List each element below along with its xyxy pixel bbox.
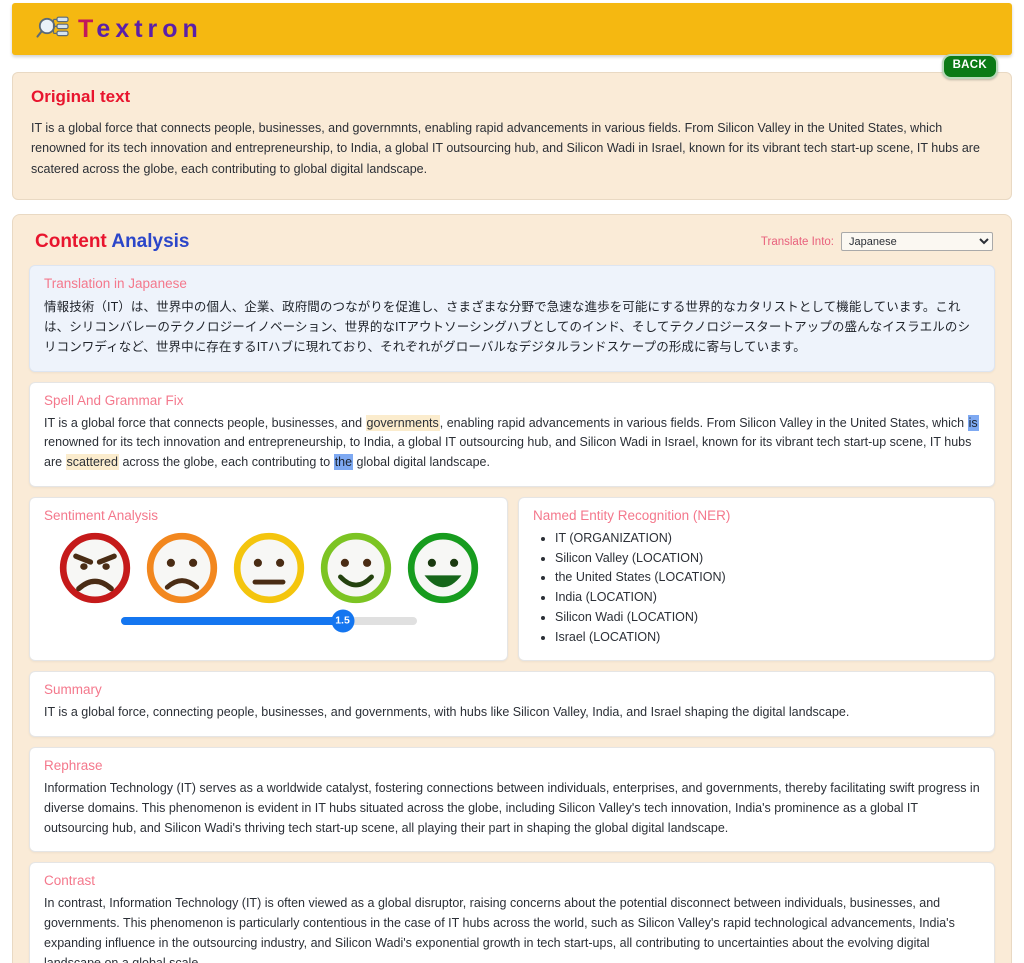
sentiment-ner-row: Sentiment Analysis 1.5 Named Entity Reco…: [29, 496, 995, 662]
face-neutral-icon[interactable]: [232, 531, 306, 605]
sentiment-panel: Sentiment Analysis 1.5: [29, 496, 508, 662]
sentiment-face-row: [44, 531, 493, 605]
spell-grammar-body: IT is a global force that connects peopl…: [44, 414, 980, 473]
sentiment-slider[interactable]: 1.5: [120, 609, 417, 633]
brand-title-first: T: [78, 14, 97, 43]
content-analysis-card: Content Analysis Translate Into: Japanes…: [12, 213, 1012, 963]
summary-panel: Summary IT is a global force, connecting…: [29, 671, 995, 737]
sentiment-slider-fill: [120, 616, 343, 625]
app-header: Textron: [12, 3, 1012, 55]
ner-entity-item: Israel (LOCATION): [555, 628, 980, 648]
spell-grammar-text: IT is a global force that connects peopl…: [44, 415, 366, 430]
ner-entity-item: IT (ORGANIZATION): [555, 529, 980, 549]
ner-entity-item: the United States (LOCATION): [555, 568, 980, 588]
spell-grammar-text: global digital landscape.: [353, 455, 490, 469]
spell-grammar-text: across the globe, each contributing to: [118, 455, 334, 469]
translation-title: Translation in Japanese: [44, 275, 187, 291]
grammar-correction-highlight: is: [967, 414, 979, 431]
ner-column: Named Entity Recognition (NER) IT (ORGAN…: [518, 496, 995, 662]
translate-label: Translate Into:: [760, 235, 834, 248]
sentiment-slider-thumb[interactable]: 1.5: [331, 609, 354, 633]
translate-control: Translate Into: Japanese: [760, 232, 993, 252]
summary-title: Summary: [44, 682, 102, 698]
ner-entity-list: IT (ORGANIZATION)Silicon Valley (LOCATIO…: [533, 529, 980, 648]
face-sad-icon[interactable]: [145, 531, 219, 605]
sentiment-title: Sentiment Analysis: [44, 507, 159, 523]
page-title-analysis: Analysis: [111, 230, 190, 252]
face-happy-icon[interactable]: [319, 531, 393, 605]
translate-language-select[interactable]: Japanese: [841, 232, 993, 252]
app-page: Textron BACK Original text IT is a globa…: [0, 0, 1024, 963]
spell-grammar-title: Spell And Grammar Fix: [44, 392, 184, 408]
ner-entity-item: Silicon Wadi (LOCATION): [555, 608, 980, 628]
spell-correction-highlight: governments: [365, 414, 440, 431]
face-very-happy-icon[interactable]: [406, 531, 480, 605]
original-text-title: Original text: [31, 87, 131, 106]
translation-body: 情報技術（IT）は、世界中の個人、企業、政府間のつながりを促進し、さまざまな分野…: [44, 299, 971, 355]
magnifier-list-icon: [36, 14, 70, 44]
spell-grammar-panel: Spell And Grammar Fix IT is a global for…: [29, 381, 995, 487]
brand-title: Textron: [78, 15, 203, 44]
contrast-title: Contrast: [44, 873, 96, 889]
sentiment-column: Sentiment Analysis 1.5: [29, 496, 508, 662]
rephrase-panel: Rephrase Information Technology (IT) ser…: [29, 747, 995, 853]
ner-entity-item: Silicon Valley (LOCATION): [555, 549, 980, 569]
rephrase-title: Rephrase: [44, 758, 103, 773]
grammar-correction-highlight: the: [333, 454, 354, 470]
contrast-panel: Contrast In contrast, Information Techno…: [29, 862, 995, 963]
page-title: Content Analysis: [35, 231, 190, 253]
rephrase-body: Information Technology (IT) serves as a …: [44, 781, 980, 835]
back-button-top[interactable]: BACK: [941, 54, 998, 79]
face-angry-icon[interactable]: [58, 531, 132, 605]
original-text-body: IT is a global force that connects peopl…: [31, 121, 980, 176]
ner-panel: Named Entity Recognition (NER) IT (ORGAN…: [518, 496, 995, 662]
contrast-body: In contrast, Information Technology (IT)…: [44, 896, 955, 963]
brand-title-rest: extron: [96, 14, 203, 43]
content-analysis-header: Content Analysis Translate Into: Japanes…: [29, 229, 995, 265]
sentiment-slider-row: 1.5: [44, 607, 493, 633]
ner-title: Named Entity Recognition (NER): [533, 507, 731, 523]
page-title-content: Content: [35, 230, 112, 252]
translation-panel: Translation in Japanese 情報技術（IT）は、世界中の個人…: [29, 264, 995, 372]
summary-body: IT is a global force, connecting people,…: [44, 705, 850, 720]
original-text-card: BACK Original text IT is a global force …: [12, 54, 1012, 200]
spell-correction-highlight: scattered: [65, 454, 119, 470]
spell-grammar-text: , enabling rapid advancements in various…: [439, 415, 968, 430]
ner-entity-item: India (LOCATION): [555, 588, 980, 608]
